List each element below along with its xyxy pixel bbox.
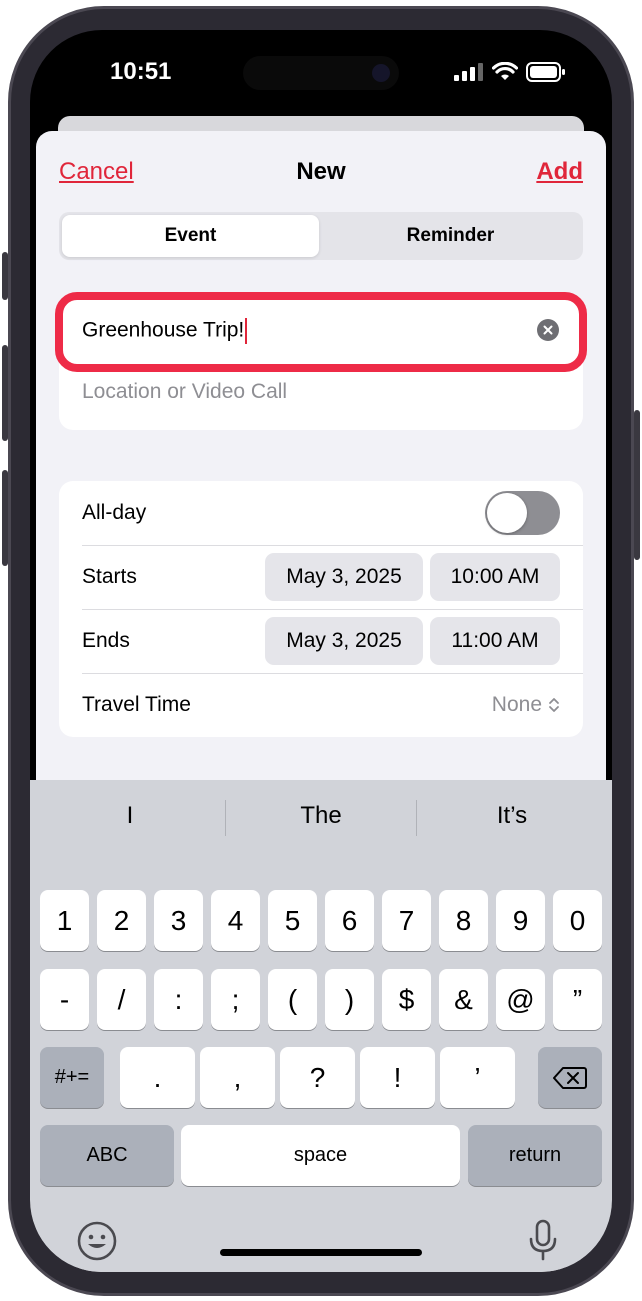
signal-icon [454, 63, 483, 81]
starts-time-button[interactable]: 10:00 AM [430, 553, 560, 601]
screen: 10:51 Cancel New Add Event Reminder Gree… [30, 30, 612, 1272]
home-indicator [220, 1249, 422, 1256]
key[interactable]: 4 [211, 890, 260, 951]
sheet-title: New [296, 158, 346, 185]
key[interactable]: @ [496, 969, 545, 1030]
key[interactable]: ? [280, 1047, 355, 1108]
ends-date-button[interactable]: May 3, 2025 [265, 617, 423, 665]
segment-reminder[interactable]: Reminder [322, 215, 579, 257]
key[interactable]: & [439, 969, 488, 1030]
key[interactable]: 0 [553, 890, 602, 951]
segment-event[interactable]: Event [62, 215, 319, 257]
travel-time-text: None [491, 693, 542, 716]
add-button[interactable]: Add [536, 158, 583, 186]
travel-time-value[interactable]: None [492, 693, 560, 717]
key[interactable]: . [120, 1047, 195, 1108]
key[interactable]: 6 [325, 890, 374, 951]
key[interactable]: 7 [382, 890, 431, 951]
keyboard: I The It’s 1234567890 - /:;() $ & @” #+= .,?… [30, 780, 612, 1272]
key[interactable]: 9 [496, 890, 545, 951]
suggestion-1[interactable]: I [35, 802, 225, 830]
status-time: 10:51 [110, 58, 172, 85]
suggestion-3[interactable]: It’s [417, 802, 607, 830]
key[interactable]: : [154, 969, 203, 1030]
microphone-icon [529, 1219, 557, 1261]
volume-down-button [2, 470, 8, 566]
travel-time-row[interactable]: Travel Time None [59, 673, 583, 737]
action-button [2, 252, 8, 300]
key[interactable]: 5 [268, 890, 317, 951]
allday-row: All-day [59, 481, 583, 545]
space-key[interactable]: space [181, 1125, 460, 1186]
allday-label: All-day [82, 501, 147, 524]
key[interactable]: 3 [154, 890, 203, 951]
key[interactable]: - [40, 969, 89, 1030]
key[interactable]: ’ [440, 1047, 515, 1108]
wifi-icon [492, 62, 518, 80]
battery-icon [526, 62, 565, 82]
key[interactable]: , [200, 1047, 275, 1108]
location-field[interactable]: Location or Video Call [82, 380, 287, 404]
toggle-knob [487, 493, 527, 533]
key[interactable]: ! [360, 1047, 435, 1108]
delete-key[interactable] [538, 1047, 602, 1108]
suggestion-2[interactable]: The [226, 802, 416, 830]
dictation-button[interactable] [528, 1218, 558, 1267]
key[interactable]: ) [325, 969, 374, 1030]
starts-row: Starts May 3, 2025 10:00 AM [59, 545, 583, 609]
highlight-annotation [55, 292, 587, 372]
starts-date-button[interactable]: May 3, 2025 [265, 553, 423, 601]
key[interactable]: / [97, 969, 146, 1030]
key[interactable]: ( [268, 969, 317, 1030]
return-key[interactable]: return [468, 1125, 602, 1186]
starts-label: Starts [82, 565, 137, 588]
key[interactable]: ” [553, 969, 602, 1030]
date-time-card: All-day Starts May 3, 2025 10:00 AM Ends… [59, 481, 583, 737]
ends-label: Ends [82, 629, 130, 652]
key[interactable]: $ [382, 969, 431, 1030]
emoji-icon [77, 1221, 117, 1261]
abc-key[interactable]: ABC [40, 1125, 174, 1186]
key[interactable]: 8 [439, 890, 488, 951]
status-icons [454, 62, 566, 82]
volume-up-button [2, 345, 8, 441]
more-symbols-key[interactable]: #+= [40, 1047, 104, 1108]
key[interactable]: 1 [40, 890, 89, 951]
ends-row: Ends May 3, 2025 11:00 AM [59, 609, 583, 673]
event-type-segmented-control: Event Reminder [59, 212, 583, 260]
key[interactable]: 2 [97, 890, 146, 951]
emoji-button[interactable] [76, 1220, 118, 1267]
camera-icon [372, 64, 390, 82]
delete-icon [553, 1066, 587, 1089]
chevron-up-down-icon [549, 698, 559, 712]
key[interactable]: ; [211, 969, 260, 1030]
travel-time-label: Travel Time [82, 693, 191, 716]
ends-time-button[interactable]: 11:00 AM [430, 617, 560, 665]
allday-toggle[interactable] [485, 491, 560, 535]
power-button [634, 410, 640, 560]
